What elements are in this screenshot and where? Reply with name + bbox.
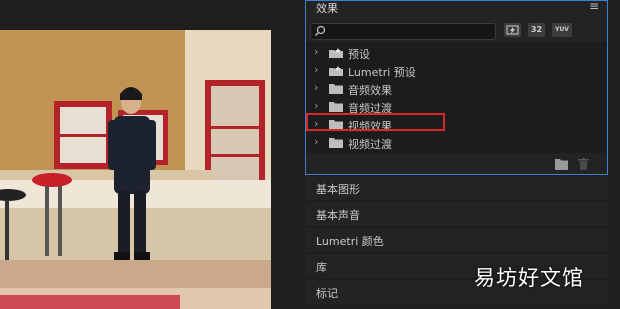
tree-item-label: 视频过渡	[348, 138, 392, 151]
preset-folder-icon	[329, 66, 343, 76]
folder-icon	[329, 138, 343, 148]
video-frame-image	[0, 30, 271, 309]
tree-item-label: 音频效果	[348, 84, 392, 97]
folder-icon	[329, 84, 343, 94]
panel-footer	[306, 153, 607, 175]
panel-label: 库	[316, 261, 327, 274]
preset-folder-icon	[329, 48, 343, 58]
new-bin-icon[interactable]	[555, 159, 568, 170]
effects-tree: › 预设 › Lumetri 预设 › 音频效果 › 音频过渡 › 视频效果 ›…	[306, 42, 607, 153]
folder-icon	[329, 102, 343, 112]
panel-essential-graphics[interactable]: 基本图形	[305, 176, 608, 200]
program-monitor-video-frame[interactable]	[0, 30, 271, 309]
tree-item-label: 音频过渡	[348, 102, 392, 115]
panel-label: 标记	[316, 287, 338, 300]
hamburger-menu-icon[interactable]: ≡	[589, 0, 599, 13]
chevron-right-icon[interactable]: ›	[314, 117, 318, 130]
tree-item-presets[interactable]: › 预设	[306, 44, 607, 62]
chevron-right-icon[interactable]: ›	[314, 45, 318, 58]
chevron-right-icon[interactable]: ›	[314, 135, 318, 148]
panel-title[interactable]: 效果	[316, 0, 338, 16]
watermark-text: 易坊好文馆	[474, 266, 584, 290]
panel-label: 基本图形	[316, 183, 360, 196]
tree-item-audio-transitions[interactable]: › 音频过渡	[306, 98, 607, 116]
tree-item-label: Lumetri 预设	[348, 66, 416, 79]
delete-icon[interactable]	[578, 158, 589, 170]
effects-panel: 效果 ≡ 32 YUV › 预设 › Lumetri 预设 › 音频效果 › 音…	[305, 0, 608, 175]
panel-essential-sound[interactable]: 基本声音	[305, 202, 608, 226]
accelerated-effects-icon[interactable]	[504, 23, 521, 37]
yuv-effects-button[interactable]: YUV	[552, 23, 572, 37]
panel-label: Lumetri 颜色	[316, 235, 384, 248]
tree-item-label: 预设	[348, 48, 370, 61]
tree-item-audio-effects[interactable]: › 音频效果	[306, 80, 607, 98]
tree-item-video-transitions[interactable]: › 视频过渡	[306, 134, 607, 152]
panel-label: 基本声音	[316, 209, 360, 222]
search-input[interactable]	[329, 24, 489, 39]
chevron-right-icon[interactable]: ›	[314, 99, 318, 112]
chevron-right-icon[interactable]: ›	[314, 63, 318, 76]
chevron-right-icon[interactable]: ›	[314, 81, 318, 94]
search-box	[310, 23, 496, 40]
tree-item-label: 视频效果	[348, 120, 392, 133]
panel-lumetri-color[interactable]: Lumetri 颜色	[305, 228, 608, 252]
yuv-label: YUV	[555, 26, 569, 33]
folder-icon	[329, 120, 343, 130]
32bit-effects-button[interactable]: 32	[528, 23, 545, 37]
accelerated-effects-glyph	[506, 25, 519, 35]
search-icon	[315, 25, 326, 36]
panel-header: 效果 ≡	[306, 0, 607, 17]
tree-item-video-effects[interactable]: › 视频效果	[306, 116, 607, 134]
tree-item-lumetri-presets[interactable]: › Lumetri 预设	[306, 62, 607, 80]
32bit-label: 32	[530, 25, 543, 34]
